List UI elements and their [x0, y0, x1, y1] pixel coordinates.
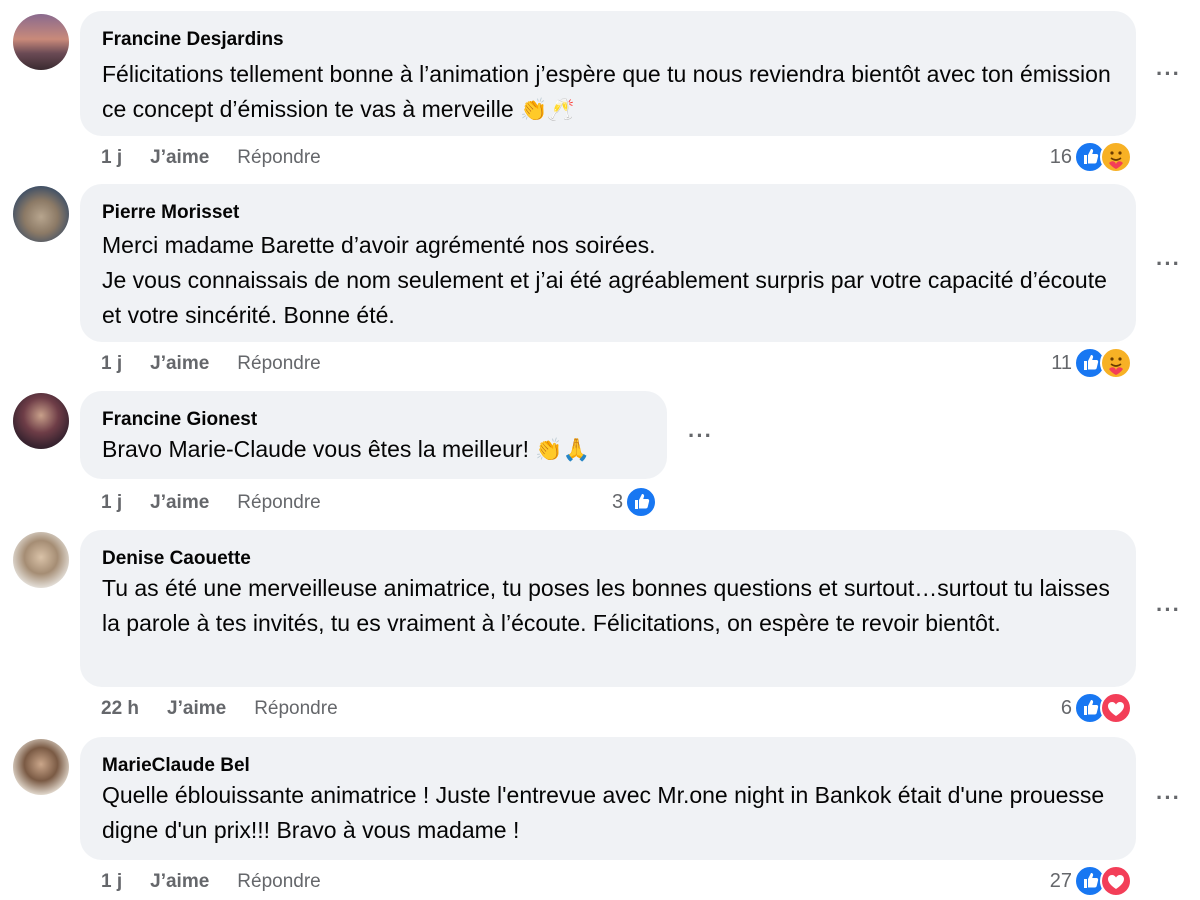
comment-timestamp[interactable]: 1 j [101, 871, 122, 893]
like-button[interactable]: J’aime [150, 871, 209, 893]
reaction-summary[interactable]: 3 [612, 486, 658, 518]
comment-author[interactable]: Francine Desjardins [102, 27, 1114, 53]
like-button[interactable]: J’aime [150, 492, 209, 514]
emoji: 👏🥂 [520, 98, 575, 123]
like-button[interactable]: J’aime [150, 147, 209, 169]
comment-actions: 22 h J’aime Répondre [101, 698, 366, 720]
comment-actions: 1 j J’aime Répondre [101, 492, 349, 514]
comment-bubble: Denise Caouette Tu as été une merveilleu… [80, 530, 1136, 687]
comment-author[interactable]: Pierre Morisset [102, 200, 1114, 226]
avatar[interactable] [13, 532, 69, 588]
reaction-summary[interactable]: 6 [1061, 692, 1132, 724]
comment-bubble: Pierre Morisset Merci madame Barette d’a… [80, 184, 1136, 342]
comment-bubble: Francine Gionest Bravo Marie-Claude vous… [80, 391, 667, 479]
reply-button[interactable]: Répondre [237, 353, 320, 375]
love-icon [1100, 865, 1132, 897]
more-options-icon[interactable]: ··· [1156, 787, 1181, 809]
comment-paragraph: Merci madame Barette d’avoir agrémenté n… [102, 232, 656, 258]
comment-paragraph: Tu as été une merveilleuse animatrice, t… [102, 575, 1110, 636]
comment-actions: 1 j J’aime Répondre [101, 871, 349, 893]
care-icon [1100, 141, 1132, 173]
more-options-icon[interactable]: ··· [688, 425, 713, 447]
comment-author[interactable]: Denise Caouette [102, 546, 1114, 572]
comment-timestamp[interactable]: 22 h [101, 698, 139, 720]
emoji: 👏🙏 [535, 438, 591, 463]
like-icon [625, 486, 658, 518]
reply-button[interactable]: Répondre [237, 147, 320, 169]
reply-button[interactable]: Répondre [254, 698, 337, 720]
comment-text: Tu as été une merveilleuse animatrice, t… [102, 571, 1114, 641]
comment-timestamp[interactable]: 1 j [101, 147, 122, 169]
comment-text: Félicitations tellement bonne à l’animat… [102, 57, 1114, 128]
comment-timestamp[interactable]: 1 j [101, 353, 122, 375]
reaction-summary[interactable]: 11 [1051, 347, 1132, 379]
comment-paragraph: Quelle éblouissante animatrice ! Juste l… [102, 782, 1105, 843]
comment-text: Bravo Marie-Claude vous êtes la meilleur… [102, 432, 645, 468]
love-icon [1100, 692, 1132, 724]
reaction-count: 3 [612, 490, 624, 513]
avatar[interactable] [13, 14, 69, 70]
more-options-icon[interactable]: ··· [1156, 63, 1181, 85]
comment-text: Merci madame Barette d’avoir agrémenté n… [102, 228, 1114, 333]
comment-actions: 1 j J’aime Répondre [101, 147, 349, 169]
comment-author[interactable]: Francine Gionest [102, 407, 645, 433]
like-button[interactable]: J’aime [167, 698, 226, 720]
comment-paragraph: Je vous connaissais de nom seulement et … [102, 267, 1107, 328]
reply-button[interactable]: Répondre [237, 871, 320, 893]
reaction-count: 16 [1049, 145, 1072, 168]
reaction-summary[interactable]: 27 [1050, 865, 1132, 897]
reaction-count: 27 [1049, 869, 1072, 892]
comment-paragraph: Félicitations tellement bonne à l’animat… [102, 61, 1111, 122]
comment-actions: 1 j J’aime Répondre [101, 353, 349, 375]
reaction-summary[interactable]: 16 [1050, 141, 1132, 173]
reply-button[interactable]: Répondre [237, 492, 320, 514]
comment-bubble: Francine Desjardins Félicitations tellem… [80, 11, 1136, 136]
more-options-icon[interactable]: ··· [1156, 599, 1181, 621]
comment-paragraph: Bravo Marie-Claude vous êtes la meilleur… [102, 436, 529, 462]
avatar[interactable] [13, 186, 69, 242]
comment-bubble: MarieClaude Bel Quelle éblouissante anim… [80, 737, 1136, 860]
like-button[interactable]: J’aime [150, 353, 209, 375]
reaction-count: 6 [1060, 696, 1072, 719]
more-options-icon[interactable]: ··· [1156, 253, 1181, 275]
reaction-count: 11 [1051, 351, 1072, 374]
care-icon [1100, 347, 1132, 379]
avatar[interactable] [13, 739, 69, 795]
comment-timestamp[interactable]: 1 j [101, 492, 122, 514]
avatar[interactable] [13, 393, 69, 449]
comment-text: Quelle éblouissante animatrice ! Juste l… [102, 778, 1114, 848]
comment-author[interactable]: MarieClaude Bel [102, 753, 1114, 779]
